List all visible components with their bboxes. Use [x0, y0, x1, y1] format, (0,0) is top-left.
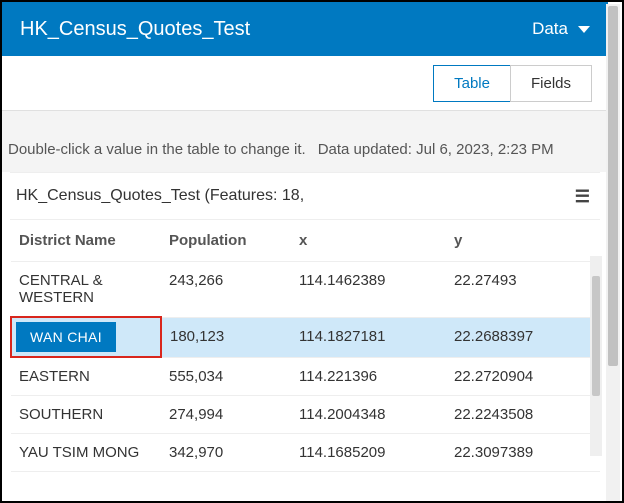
cell-name[interactable]: EASTERN: [11, 357, 161, 396]
data-menu[interactable]: Data: [532, 19, 590, 39]
data-grid: District Name Population x y CENTRAL & W…: [10, 220, 600, 472]
cell-y[interactable]: 22.3097389: [446, 434, 600, 472]
edit-input[interactable]: WAN CHAI: [16, 322, 116, 352]
table-row[interactable]: CENTRAL & WESTERN 243,266 114.1462389 22…: [11, 262, 600, 318]
cell-x[interactable]: 114.2004348: [291, 396, 446, 434]
table-row[interactable]: YAU TSIM MONG 342,970 114.1685209 22.309…: [11, 434, 600, 472]
page-scrollbar-thumb[interactable]: [608, 6, 618, 366]
cell-name-editing[interactable]: WAN CHAI: [11, 317, 161, 357]
cell-y[interactable]: 22.2688397: [446, 317, 600, 357]
cell-name[interactable]: YAU TSIM MONG: [11, 434, 161, 472]
table-panel: HK_Census_Quotes_Test (Features: 18, ☰ D…: [10, 172, 600, 472]
table-row-selected[interactable]: WAN CHAI 180,123 114.1827181 22.2688397: [11, 317, 600, 357]
col-population[interactable]: Population: [161, 220, 291, 262]
cell-y[interactable]: 22.27493: [446, 262, 600, 318]
chevron-down-icon: [578, 26, 590, 33]
cell-x[interactable]: 114.1827181: [291, 317, 446, 357]
hint-bar: Double-click a value in the table to cha…: [2, 111, 608, 172]
grid-scrollbar[interactable]: [590, 256, 602, 456]
cell-x[interactable]: 114.1685209: [291, 434, 446, 472]
col-x[interactable]: x: [291, 220, 446, 262]
header-bar: HK_Census_Quotes_Test Data: [2, 2, 608, 56]
table-row[interactable]: EASTERN 555,034 114.221396 22.2720904: [11, 357, 600, 396]
cell-pop[interactable]: 243,266: [161, 262, 291, 318]
col-district-name[interactable]: District Name: [11, 220, 161, 262]
cell-pop[interactable]: 342,970: [161, 434, 291, 472]
tab-table[interactable]: Table: [433, 65, 511, 102]
grid-scrollbar-thumb[interactable]: [592, 276, 600, 396]
cell-name[interactable]: CENTRAL & WESTERN: [11, 262, 161, 318]
hint-instruction: Double-click a value in the table to cha…: [8, 141, 306, 158]
cell-name[interactable]: SOUTHERN: [11, 396, 161, 434]
table-row[interactable]: SOUTHERN 274,994 114.2004348 22.2243508: [11, 396, 600, 434]
cell-pop[interactable]: 555,034: [161, 357, 291, 396]
table-header-row: District Name Population x y: [11, 220, 600, 262]
cell-x[interactable]: 114.1462389: [291, 262, 446, 318]
cell-y[interactable]: 22.2720904: [446, 357, 600, 396]
col-y[interactable]: y: [446, 220, 600, 262]
table-title-row: HK_Census_Quotes_Test (Features: 18, ☰: [10, 173, 600, 220]
table-options-icon[interactable]: ☰: [575, 188, 590, 205]
tab-fields[interactable]: Fields: [510, 65, 592, 102]
cell-pop[interactable]: 180,123: [161, 317, 291, 357]
view-tabs-row: Table Fields: [2, 56, 608, 111]
cell-y[interactable]: 22.2243508: [446, 396, 600, 434]
view-tab-group: Table Fields: [433, 65, 592, 102]
hint-updated: Data updated: Jul 6, 2023, 2:23 PM: [318, 141, 554, 158]
page-title: HK_Census_Quotes_Test: [20, 18, 250, 41]
page-scrollbar[interactable]: [606, 4, 620, 501]
cell-x[interactable]: 114.221396: [291, 357, 446, 396]
data-menu-label: Data: [532, 19, 568, 39]
table-title: HK_Census_Quotes_Test (Features: 18,: [16, 187, 304, 205]
cell-pop[interactable]: 274,994: [161, 396, 291, 434]
